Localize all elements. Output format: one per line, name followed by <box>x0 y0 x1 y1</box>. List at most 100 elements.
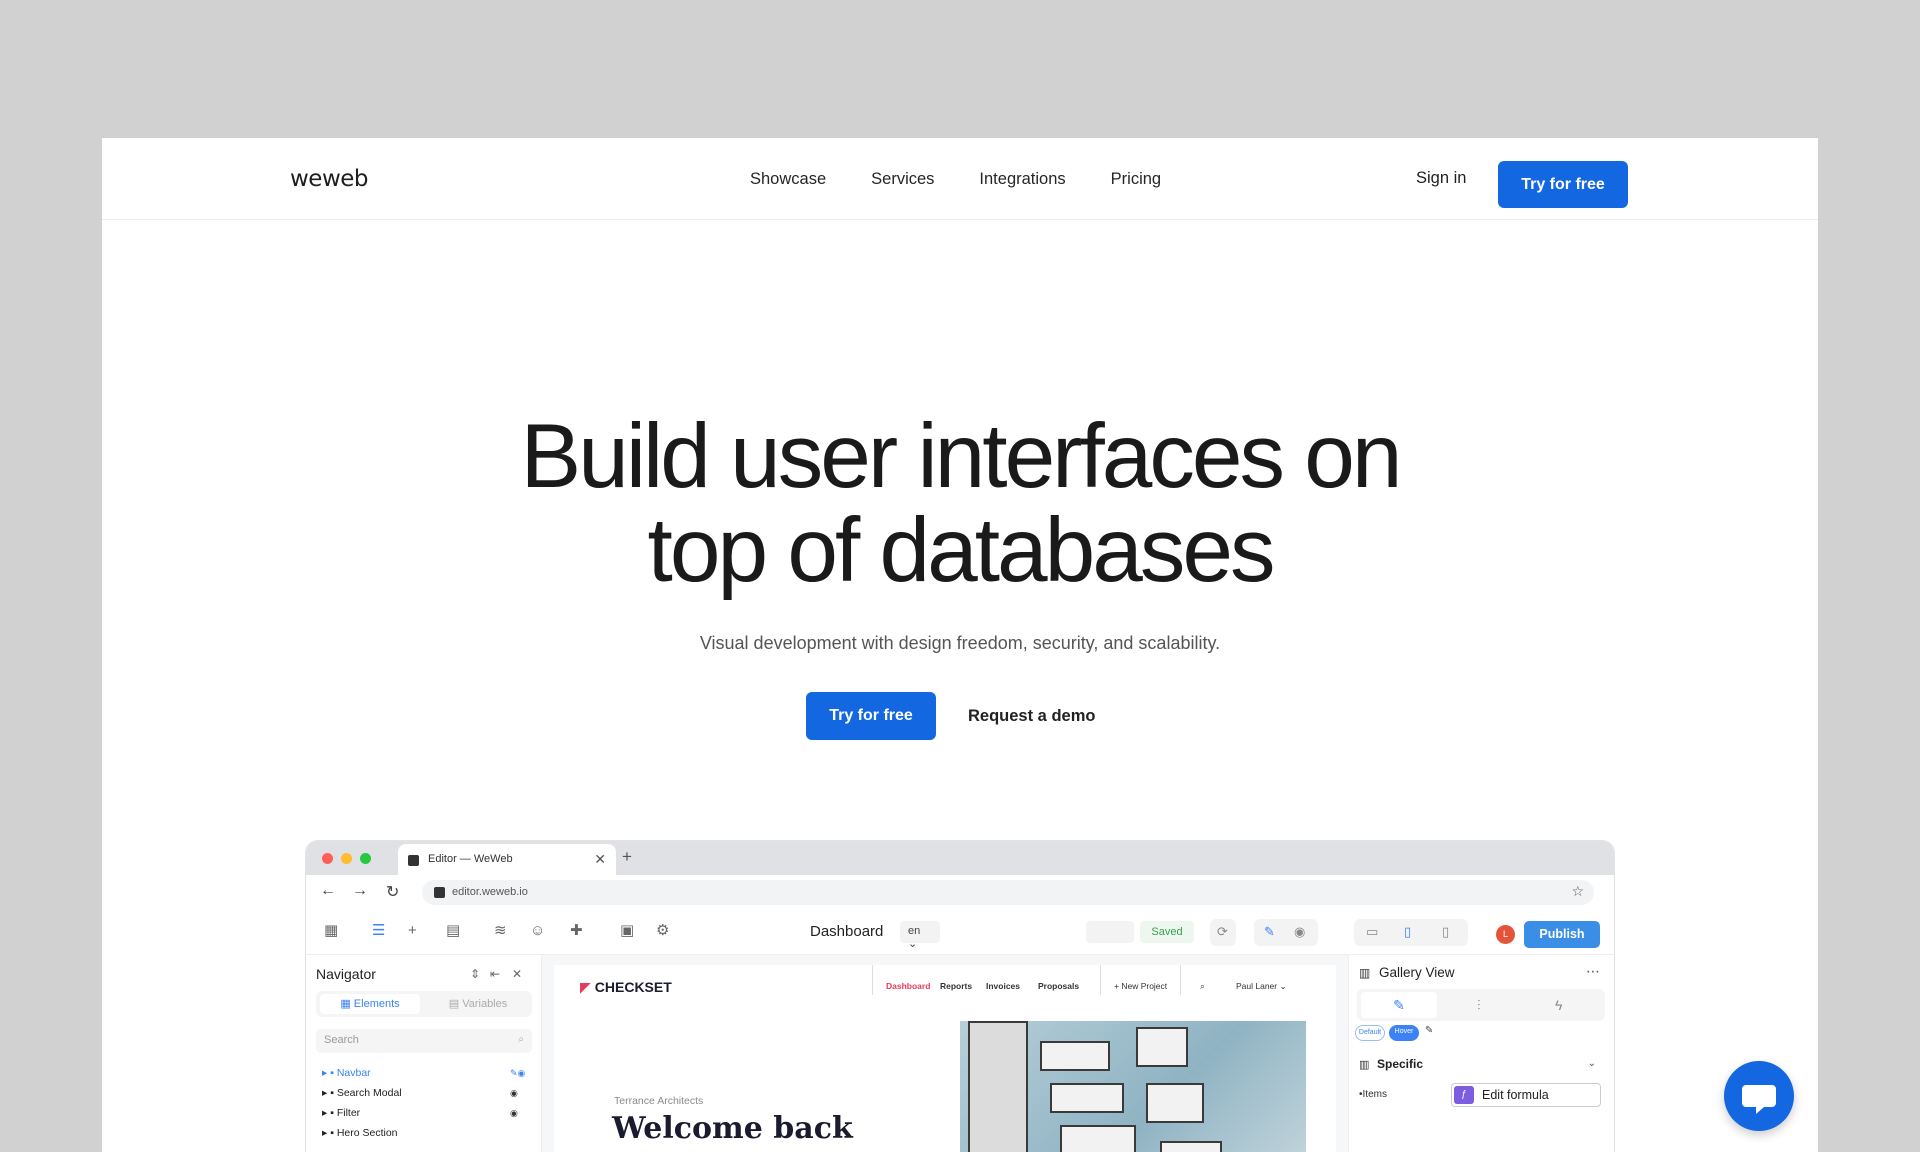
hero-try-free-button[interactable]: Try for free <box>806 692 936 740</box>
header-try-free-button[interactable]: Try for free <box>1498 161 1628 208</box>
tree-item-filter[interactable]: ▸ ▪ Filter <box>322 1107 360 1119</box>
tab-variables[interactable]: ▤ Variables <box>428 997 528 1010</box>
database-icon[interactable]: ≋ <box>494 923 507 939</box>
new-tab-icon[interactable]: + <box>622 847 632 867</box>
balcony-shape <box>1136 1027 1188 1067</box>
pin-icon[interactable]: ⇤ <box>490 967 500 981</box>
state-default[interactable]: Default <box>1355 1025 1385 1041</box>
edit-preview-toggle[interactable]: ✎ ◉ <box>1254 919 1318 946</box>
saved-badge: Saved <box>1140 921 1194 943</box>
welcome-heading: Welcome back <box>612 1111 853 1146</box>
add-element-icon[interactable]: + <box>408 923 417 939</box>
workflow-bolt-icon[interactable]: ϟ <box>1555 997 1562 1013</box>
balcony-shape <box>1050 1083 1124 1113</box>
nav-showcase[interactable]: Showcase <box>750 170 826 189</box>
language-select[interactable]: en ⌄ <box>900 921 940 950</box>
balcony-shape <box>1040 1041 1110 1071</box>
favicon-icon <box>434 887 445 898</box>
site-header: weweb Showcase Services Integrations Pri… <box>102 138 1818 220</box>
users-icon[interactable]: ☺ <box>530 923 545 939</box>
navigator-search-input[interactable]: Search ⌕ <box>316 1029 532 1053</box>
eye-icon[interactable]: ◉ <box>510 1088 518 1099</box>
hero-title: Build user interfaces on top of database… <box>102 410 1818 598</box>
pencil-icon[interactable]: ✎ <box>1425 1025 1433 1036</box>
nav-pricing[interactable]: Pricing <box>1111 170 1161 189</box>
search-placeholder: Search <box>324 1034 359 1046</box>
forward-arrow-icon[interactable]: → <box>352 882 368 900</box>
close-icon[interactable]: ✕ <box>512 967 522 981</box>
app-nav-dashboard[interactable]: Dashboard <box>886 981 930 991</box>
editor-mockup: Editor — WeWeb ✕ + ← → ↻ editor.weweb.io… <box>306 841 1614 1152</box>
favicon-icon <box>408 855 419 866</box>
balcony-shape <box>1060 1125 1136 1152</box>
app-preview: ◤ CHECKSET Dashboard Reports Invoices Pro… <box>554 965 1336 1152</box>
navigator-panel: Navigator ⇕ ⇤ ✕ ▦ Elements ▤ Variables S… <box>306 955 542 1152</box>
reload-icon[interactable]: ↻ <box>386 882 399 902</box>
browser-address-row: ← → ↻ editor.weweb.io ☆ <box>306 875 1614 909</box>
eye-icon[interactable]: ◉ <box>1294 924 1305 940</box>
chat-button[interactable] <box>1724 1061 1794 1131</box>
state-hover[interactable]: Hover <box>1389 1025 1419 1041</box>
new-project-button[interactable]: + New Project <box>1114 981 1167 991</box>
minimize-dot-icon <box>341 853 352 864</box>
tree-item-hero-section[interactable]: ▸ ▪ Hero Section <box>322 1127 398 1139</box>
request-demo-link[interactable]: Request a demo <box>968 707 1095 726</box>
search-icon: ⌕ <box>518 1034 524 1045</box>
app-nav-proposals[interactable]: Proposals <box>1038 981 1079 991</box>
mobile-icon[interactable]: ▯ <box>1442 924 1449 940</box>
nav-integrations[interactable]: Integrations <box>979 170 1065 189</box>
address-bar[interactable]: editor.weweb.io ☆ <box>422 880 1594 905</box>
company-name: Terrance Architects <box>614 1095 704 1107</box>
gallery-icon: ▥ <box>1359 966 1371 980</box>
edit-formula-field[interactable]: ƒ Edit formula <box>1451 1083 1601 1107</box>
panel-tabs: ✎ ⫶ ϟ <box>1357 989 1605 1021</box>
apps-grid-icon[interactable]: ▦ <box>324 923 338 939</box>
divider <box>1100 965 1101 995</box>
undo-redo-group[interactable] <box>1086 921 1134 943</box>
layers-tree-icon[interactable]: ☰ <box>372 923 385 939</box>
tree-item-label: Filter <box>336 1107 361 1119</box>
settings-sliders-icon[interactable]: ⫶ <box>1477 997 1481 1014</box>
gear-icon[interactable]: ⚙ <box>656 923 669 939</box>
items-label: •Items <box>1359 1089 1387 1100</box>
chevron-down-icon[interactable]: ⌄ <box>1588 1058 1596 1069</box>
nav-services[interactable]: Services <box>871 170 934 189</box>
weweb-logo[interactable]: weweb <box>290 166 369 192</box>
terminal-icon[interactable]: ▣ <box>620 923 634 939</box>
section-specific: Specific <box>1377 1057 1424 1071</box>
pencil-icon[interactable]: ✎ <box>1264 924 1275 940</box>
plugins-icon[interactable]: ✚ <box>570 923 583 939</box>
hero-title-line-2: top of databases <box>647 500 1276 601</box>
tree-item-search-modal[interactable]: ▸ ▪ Search Modal <box>322 1087 402 1099</box>
browser-tab[interactable]: Editor — WeWeb ✕ <box>398 844 616 875</box>
more-icon[interactable]: ⋯ <box>1586 963 1600 980</box>
style-tab-pencil-icon[interactable]: ✎ <box>1361 992 1437 1018</box>
bookmark-star-icon[interactable]: ☆ <box>1571 883 1584 900</box>
checkset-mark-icon: ◤ <box>580 979 591 995</box>
eye-icon[interactable]: ◉ <box>510 1108 518 1119</box>
tab-close-icon[interactable]: ✕ <box>594 851 606 868</box>
app-nav-invoices[interactable]: Invoices <box>986 981 1020 991</box>
pages-icon[interactable]: ▤ <box>446 923 460 939</box>
collapse-icon[interactable]: ⇕ <box>470 967 480 981</box>
user-name: Paul Laner <box>1236 981 1278 991</box>
divider <box>872 965 873 995</box>
back-arrow-icon[interactable]: ← <box>320 882 336 900</box>
app-search-icon[interactable]: ⌕ <box>1200 981 1205 992</box>
breakpoint-toggle[interactable]: ▭ ▯ ▯ <box>1354 919 1468 946</box>
panel-title: Gallery View <box>1379 965 1455 980</box>
editor-toolbar: ▦ ☰ + ▤ ≋ ☺ ✚ ▣ ⚙ Dashboard en ⌄ Saved ⟳… <box>306 909 1614 955</box>
tab-elements[interactable]: ▦ Elements <box>320 994 420 1014</box>
tablet-icon[interactable]: ▯ <box>1404 924 1411 940</box>
desktop-icon[interactable]: ▭ <box>1366 924 1378 940</box>
app-nav-reports[interactable]: Reports <box>940 981 972 991</box>
publish-button[interactable]: Publish <box>1524 921 1600 948</box>
tree-item-label: Hero Section <box>336 1127 398 1139</box>
user-menu[interactable]: Paul Laner ⌄ <box>1236 981 1287 992</box>
tree-item-navbar[interactable]: ▸ ▪ Navbar <box>322 1067 371 1079</box>
main-nav: Showcase Services Integrations Pricing <box>750 138 1161 220</box>
sync-button[interactable]: ⟳ <box>1210 919 1236 946</box>
avatar[interactable]: L <box>1496 925 1515 944</box>
sign-in-link[interactable]: Sign in <box>1416 169 1466 188</box>
eye-icon[interactable]: ✎◉ <box>510 1068 525 1079</box>
